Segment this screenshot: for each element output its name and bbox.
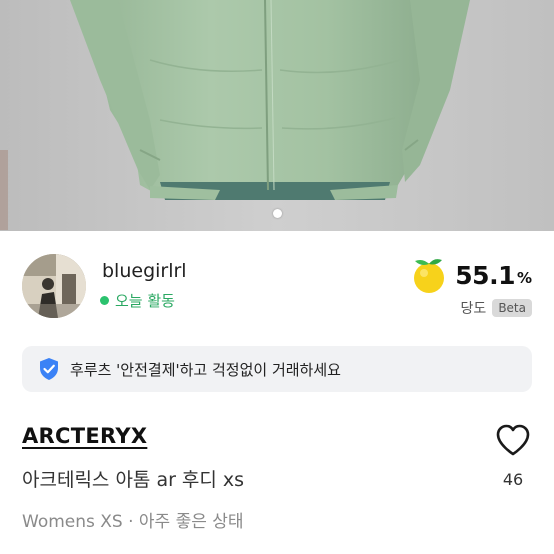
score-label: 당도 [460, 301, 487, 317]
notice-text: 후루츠 '안전결제'하고 걱정없이 거래하세요 [70, 360, 341, 379]
avatar[interactable] [22, 254, 86, 318]
score-unit: % [516, 269, 532, 287]
like-count: 46 [502, 470, 524, 489]
product-title: 아크테릭스 아톰 ar 후디 xs [22, 469, 245, 491]
activity-status: 오늘 활동 [100, 290, 175, 311]
activity-label: 오늘 활동 [115, 292, 175, 310]
carousel-dot-active[interactable] [272, 209, 282, 218]
heart-icon [496, 424, 530, 456]
product-image[interactable] [0, 0, 554, 231]
carousel-indicator [0, 203, 554, 222]
product-meta: Womens XS · 아주 좋은 상태 [22, 512, 244, 532]
seller-name[interactable]: bluegirlrl [102, 260, 187, 282]
brand-link[interactable]: ARCTERYX [22, 424, 147, 448]
fruit-icon [414, 259, 445, 293]
seller-section[interactable]: bluegirlrl 오늘 활동 55.1 % 당도 Beta [22, 254, 532, 318]
jacket-photo [0, 0, 554, 231]
online-dot-icon [100, 296, 109, 305]
sweetness-score[interactable]: 55.1 % 당도 Beta [409, 256, 532, 318]
avatar-image [22, 254, 86, 318]
like-button[interactable] [494, 422, 532, 458]
safe-payment-banner[interactable]: 후루츠 '안전결제'하고 걱정없이 거래하세요 [22, 346, 532, 392]
score-value: 55.1 [455, 260, 515, 290]
beta-badge: Beta [492, 299, 532, 317]
shield-check-icon [40, 358, 58, 380]
